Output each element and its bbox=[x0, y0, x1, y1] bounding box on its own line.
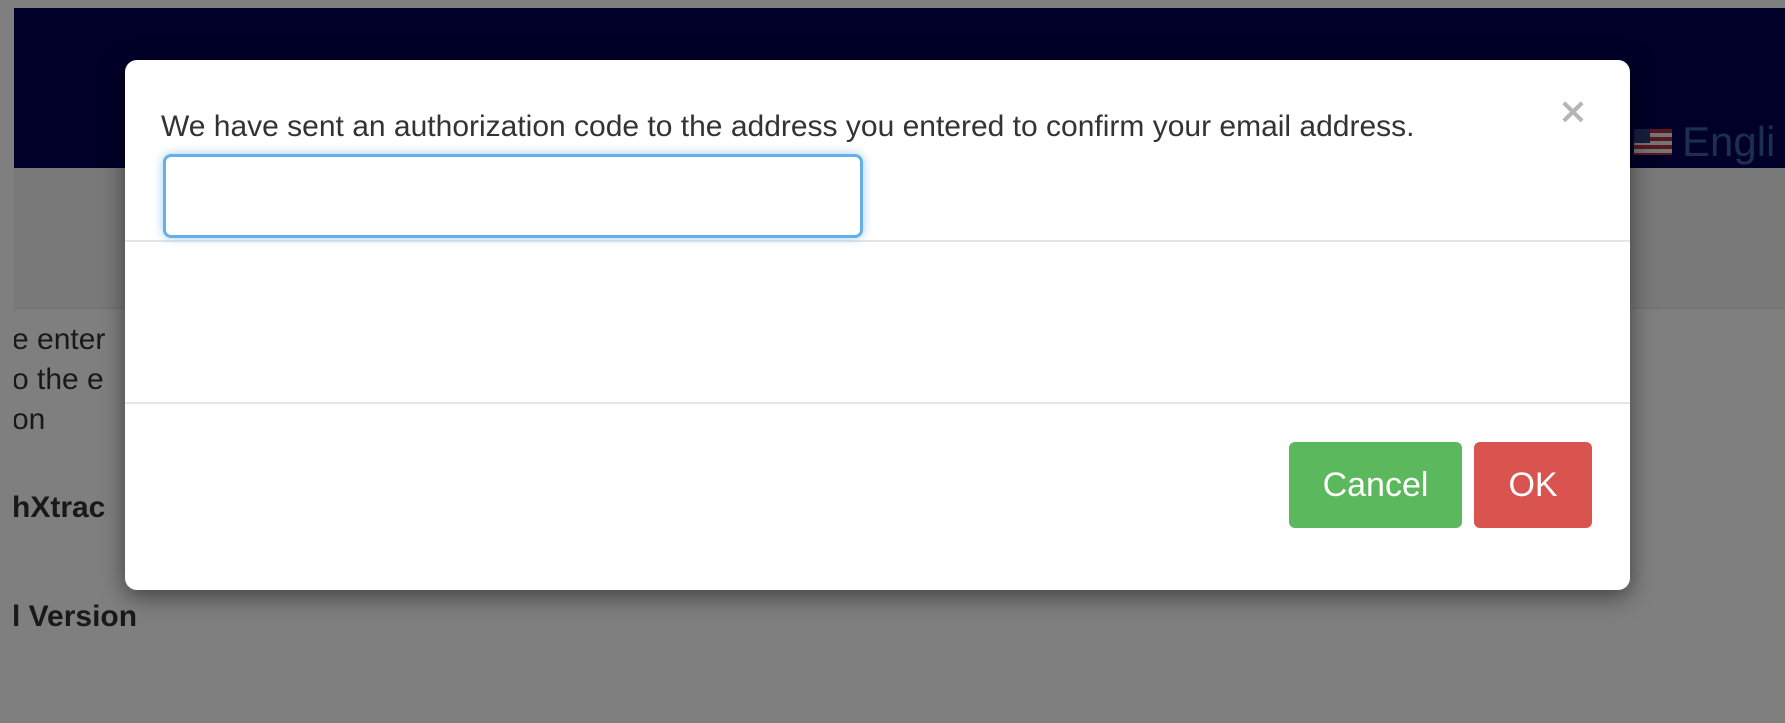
page: Engli e enter o the e on hXtrac l Versio… bbox=[0, 0, 1785, 723]
keycode-input[interactable] bbox=[163, 154, 863, 238]
dialog-body bbox=[125, 242, 1630, 404]
ok-button[interactable]: OK bbox=[1474, 442, 1592, 528]
email-confirmation-dialog: We have sent an authorization code to th… bbox=[125, 60, 1630, 590]
cancel-button[interactable]: Cancel bbox=[1289, 442, 1462, 528]
close-icon[interactable]: × bbox=[1558, 94, 1588, 130]
